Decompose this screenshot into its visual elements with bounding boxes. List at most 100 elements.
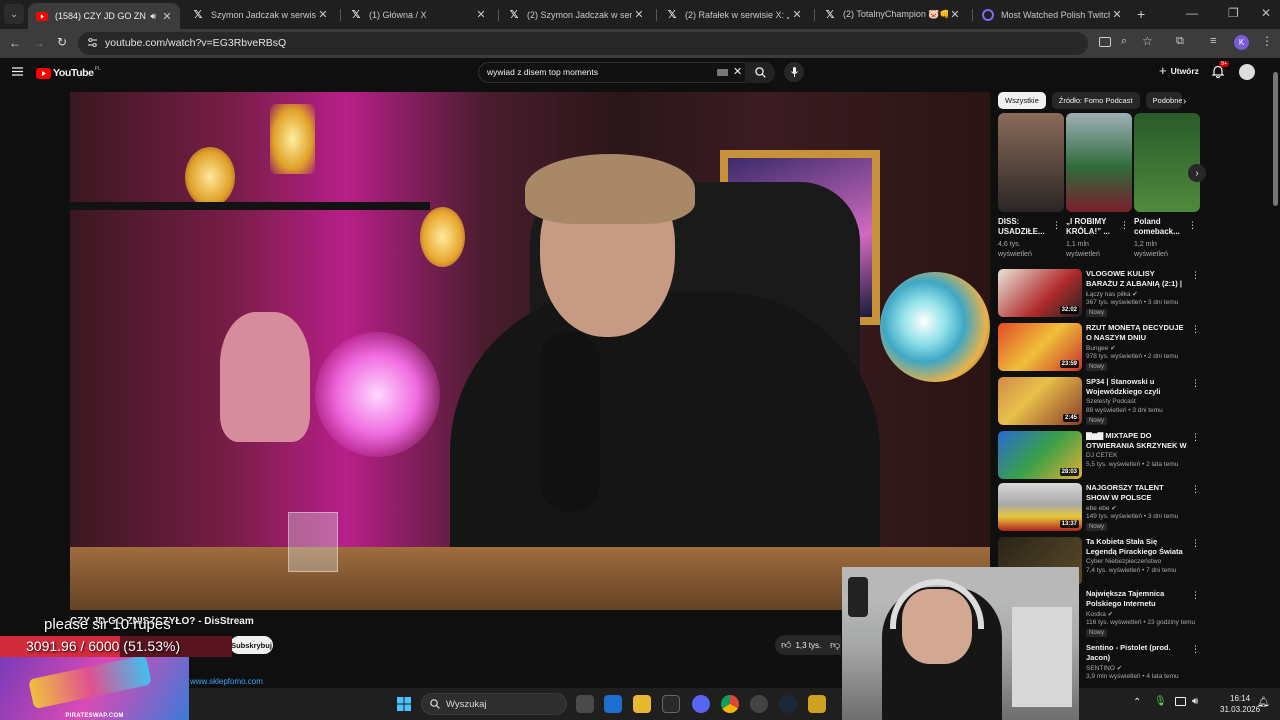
reading-list-icon[interactable]: ≡ xyxy=(1210,35,1216,47)
keyboard-icon[interactable] xyxy=(717,69,728,76)
chip-all[interactable]: Wszystkie xyxy=(998,92,1046,109)
shelf-next-button[interactable]: › xyxy=(1188,164,1206,182)
shorts-thumbnail[interactable] xyxy=(998,113,1064,212)
browser-menu-icon[interactable]: ⋮ xyxy=(1261,34,1273,48)
video-thumbnail[interactable]: 2:45 xyxy=(998,377,1082,425)
more-options-icon[interactable]: ⋮ xyxy=(1191,324,1200,335)
video-player[interactable] xyxy=(70,92,990,610)
tray-overflow-icon[interactable]: ⌃ xyxy=(1133,697,1141,708)
close-icon[interactable]: ✕ xyxy=(1110,8,1124,22)
video-title-link[interactable]: SP34 | Stanowski u Wojewódzkiego czyli p… xyxy=(1086,377,1188,396)
new-tab-button[interactable]: + xyxy=(1137,6,1145,22)
volume-icon[interactable]: 🔊︎ xyxy=(1192,696,1198,707)
youtube-logo[interactable]: YouTube PL xyxy=(36,66,101,79)
shorts-thumbnail[interactable] xyxy=(1066,113,1132,212)
speaker-icon[interactable]: 🔊︎ xyxy=(150,11,156,22)
site-info-icon[interactable] xyxy=(87,37,98,48)
thumbs-down-icon[interactable]: 👎︎ xyxy=(830,639,840,651)
description-link[interactable]: www.sklepfomo.com xyxy=(190,677,263,686)
more-options-icon[interactable]: ⋮ xyxy=(1191,590,1200,601)
bookmark-star-icon[interactable]: ☆ xyxy=(1142,34,1153,48)
tab-youtube[interactable]: (1584) CZY JD GO ZNISZCZ 🔊︎ ✕ xyxy=(28,3,180,29)
taskbar-search[interactable]: Wyszukaj xyxy=(421,693,567,715)
shorts-card[interactable]: Poland comeback... 1,2 mln wyświetleń ⋮ xyxy=(1134,113,1200,258)
back-button[interactable]: ← xyxy=(9,36,21,50)
chip-source[interactable]: Źródło: Fomo Podcast xyxy=(1051,92,1140,109)
video-thumbnail[interactable]: 28:03 xyxy=(998,431,1082,479)
tab-x-4[interactable]: 𝕏 (2) Rafałek w serwisie X: „@Szy ✕ xyxy=(658,3,810,26)
hamburger-menu-icon[interactable] xyxy=(12,67,23,76)
more-options-icon[interactable]: ⋮ xyxy=(1120,219,1129,231)
discord-icon[interactable] xyxy=(692,695,710,713)
shorts-thumbnail[interactable] xyxy=(1134,113,1200,212)
video-title-link[interactable]: Ta Kobieta Stała Się Legendą Pirackiego … xyxy=(1086,537,1188,556)
clear-search-icon[interactable]: ✕ xyxy=(733,65,742,78)
channel-name[interactable]: Łączy nas piłka ✔ xyxy=(1086,290,1138,298)
app-icon[interactable] xyxy=(808,695,826,713)
channel-name[interactable]: SENTINO ✔ xyxy=(1086,664,1122,672)
more-options-icon[interactable]: ⋮ xyxy=(1188,219,1197,231)
network-icon[interactable] xyxy=(1175,697,1186,706)
zoom-icon[interactable]: ⌕ xyxy=(1121,35,1127,48)
channel-name[interactable]: Kostka ✔ xyxy=(1086,610,1113,618)
tab-search-button[interactable]: ⌄ xyxy=(4,4,24,24)
channel-name[interactable]: Cyber Niebezpieczeństwo xyxy=(1086,558,1161,565)
more-options-icon[interactable]: ⋮ xyxy=(1191,432,1200,443)
maximize-button[interactable]: ❐ xyxy=(1228,6,1239,20)
video-title-link[interactable]: NAJGORSZY TALENT SHOW W POLSCE xyxy=(1086,483,1188,502)
tab-x-5[interactable]: 𝕏 (2) TotalnyChampion 🐷👊 w s ✕ xyxy=(816,3,968,26)
clock-date[interactable]: 31.03.2026 xyxy=(1220,705,1260,714)
more-options-icon[interactable]: ⋮ xyxy=(1052,219,1061,231)
store-icon[interactable] xyxy=(662,695,680,713)
address-bar[interactable]: youtube.com/watch?v=EG3RbveRBsQ xyxy=(78,32,1088,55)
tab-x-3[interactable]: 𝕏 (2) Szymon Jadczak w serwisie ✕ xyxy=(500,3,652,26)
voice-search-button[interactable] xyxy=(784,62,804,82)
obs-icon[interactable] xyxy=(750,695,768,713)
chip-related[interactable]: Podobne xyxy=(1145,92,1182,109)
close-icon[interactable]: ✕ xyxy=(790,8,804,22)
forward-button[interactable]: → xyxy=(33,36,45,50)
cast-icon[interactable] xyxy=(1099,37,1111,47)
profile-avatar[interactable]: K xyxy=(1234,35,1249,50)
subscribe-button[interactable]: Subskrybuj xyxy=(230,636,273,654)
video-title-link[interactable]: ▇▆▇ MIXTAPE DO OTWIERANIA SKRZYNEK W ... xyxy=(1086,431,1188,450)
channel-name[interactable]: DJ CETEK xyxy=(1086,452,1117,459)
close-icon[interactable]: ✕ xyxy=(632,8,646,22)
recommendation-item[interactable]: 13:37 NAJGORSZY TALENT SHOW W POLSCE ebe… xyxy=(998,483,1203,535)
more-options-icon[interactable]: ⋮ xyxy=(1191,270,1200,281)
file-explorer-icon[interactable] xyxy=(633,695,651,713)
tab-x-2[interactable]: 𝕏 (1) Główna / X ✕ xyxy=(342,3,494,26)
video-thumbnail[interactable]: 32:02 xyxy=(998,269,1082,317)
channel-name[interactable]: ebe ebe ✔ xyxy=(1086,504,1117,512)
video-thumbnail[interactable]: 13:37 xyxy=(998,483,1082,531)
outlook-icon[interactable] xyxy=(604,695,622,713)
tab-x-1[interactable]: 𝕏 Szymon Jadczak w serwisie X ✕ xyxy=(184,3,336,26)
create-button[interactable]: + Utwórz xyxy=(1159,64,1199,77)
windows-start-icon[interactable] xyxy=(397,697,411,711)
search-button[interactable] xyxy=(745,62,775,83)
minimize-button[interactable]: — xyxy=(1186,6,1198,20)
recommendation-item[interactable]: 28:03 ▇▆▇ MIXTAPE DO OTWIERANIA SKRZYNEK… xyxy=(998,431,1203,483)
recommendation-item[interactable]: 2:45 SP34 | Stanowski u Wojewódzkiego cz… xyxy=(998,377,1203,429)
notification-center-icon[interactable]: 🔔︎ xyxy=(1257,697,1270,708)
account-avatar[interactable] xyxy=(1239,64,1255,80)
mic-in-use-icon[interactable]: 🎙︎ xyxy=(1154,696,1167,707)
shorts-card[interactable]: DISS: USADZIŁE... 4,6 tys. wyświetleń ⋮ xyxy=(998,113,1064,258)
extensions-icon[interactable]: ⧉ xyxy=(1176,35,1184,48)
shorts-title[interactable]: Poland comeback... xyxy=(1134,217,1190,237)
more-options-icon[interactable]: ⋮ xyxy=(1191,644,1200,655)
scrollbar-thumb[interactable] xyxy=(1273,72,1278,206)
video-title-link[interactable]: Największa Tajemnica Polskiego Internetu xyxy=(1086,589,1188,608)
channel-name[interactable]: Szelesty Podcast xyxy=(1086,398,1136,405)
more-options-icon[interactable]: ⋮ xyxy=(1191,538,1200,549)
video-thumbnail[interactable]: 23:59 xyxy=(998,323,1082,371)
shorts-title[interactable]: „I ROBIMY KRÓLA!” ... xyxy=(1066,217,1122,237)
taskbar-search-input[interactable]: Wyszukaj xyxy=(446,699,487,710)
video-title-link[interactable]: VLOGOWE KULISY BARAŻU Z ALBANIĄ (2:1) | … xyxy=(1086,269,1188,288)
shorts-card[interactable]: „I ROBIMY KRÓLA!” ... 1,1 mln wyświetleń… xyxy=(1066,113,1132,258)
video-title-link[interactable]: RZUT MONETĄ DECYDUJE O NASZYM DNIU xyxy=(1086,323,1188,342)
recommendation-item[interactable]: 23:59 RZUT MONETĄ DECYDUJE O NASZYM DNIU… xyxy=(998,323,1203,375)
task-view-icon[interactable] xyxy=(576,695,594,713)
search-box[interactable]: wywiad z disem top moments ✕ xyxy=(478,62,775,83)
more-options-icon[interactable]: ⋮ xyxy=(1191,484,1200,495)
